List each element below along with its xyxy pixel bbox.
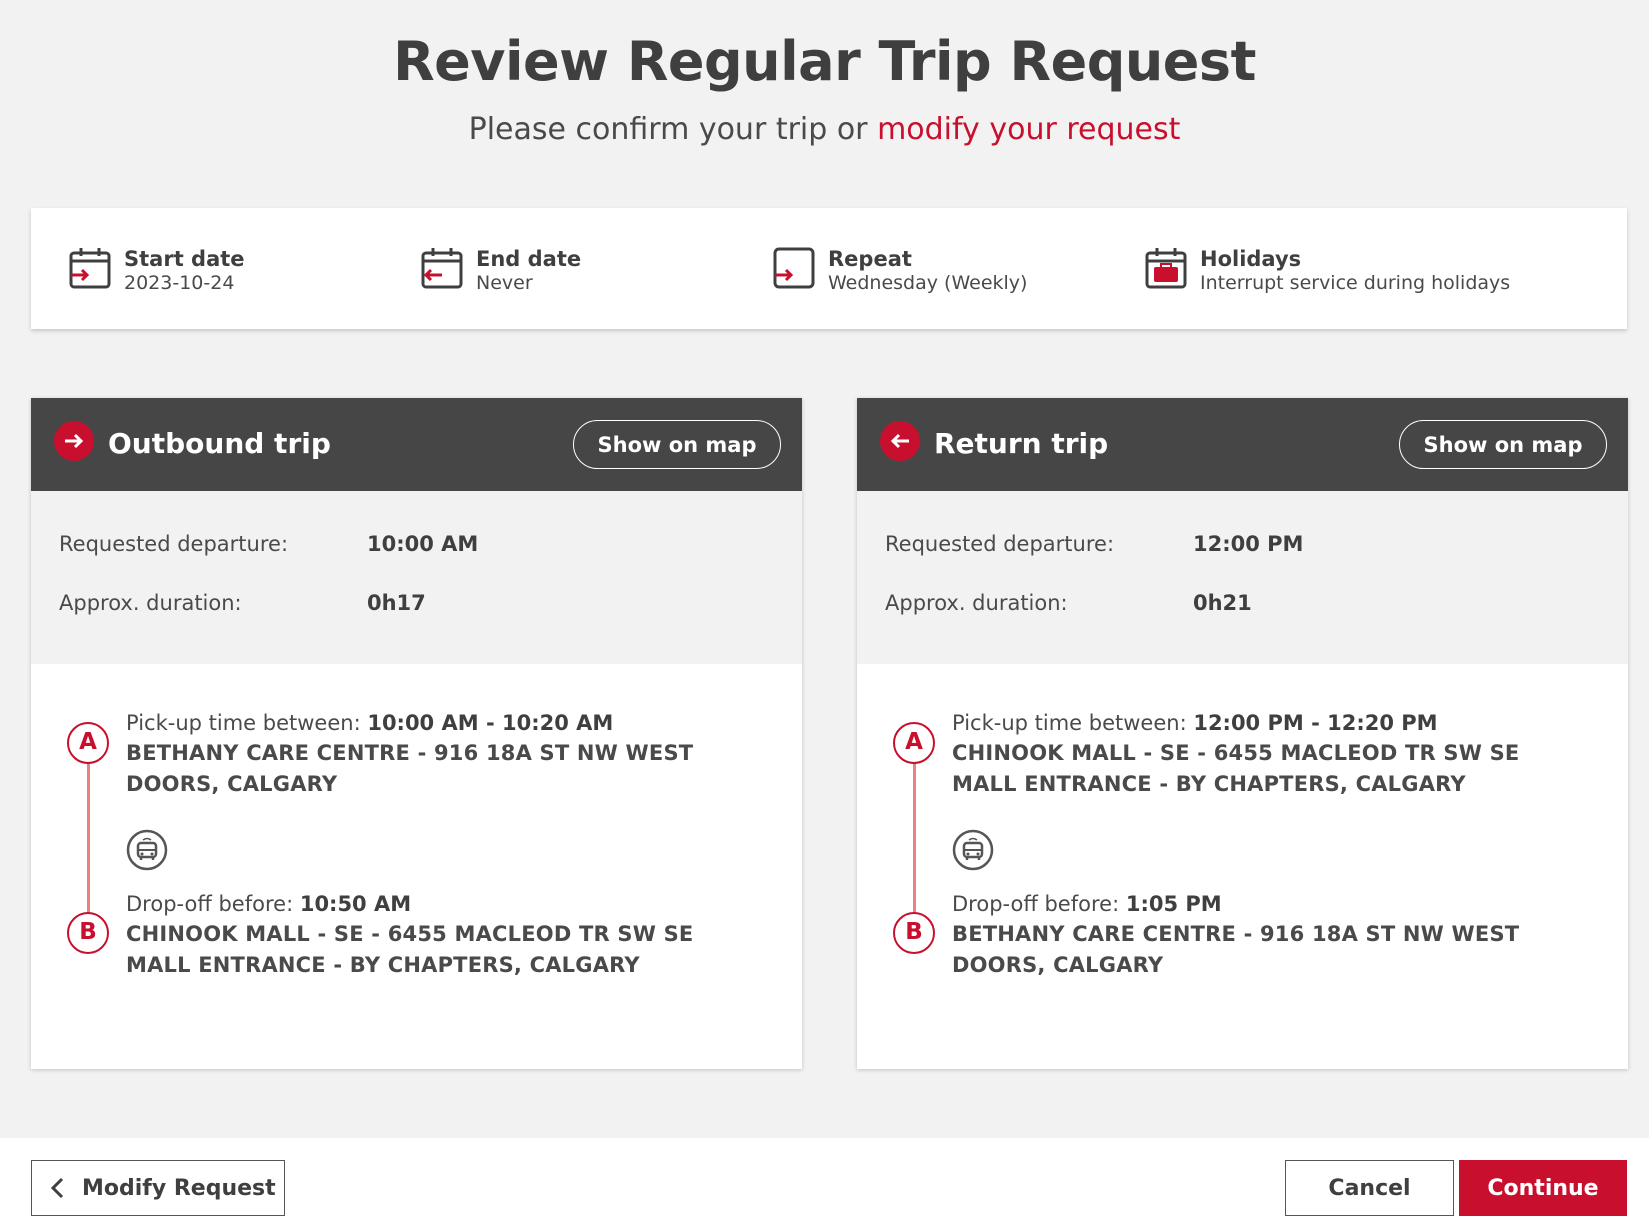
return-info: Requested departure: 12:00 PM Approx. du… (857, 491, 1628, 664)
holidays-item: Holidays Interrupt service during holida… (1144, 246, 1510, 294)
end-date-value: Never (476, 272, 533, 294)
pickup-time-value: 10:00 AM - 10:20 AM (367, 711, 614, 735)
outbound-route: A B Pick-up time between: 10:00 AM - 10:… (31, 664, 802, 1069)
pickup-label: Pick-up time between: (952, 711, 1194, 735)
departure-value: 10:00 AM (367, 532, 479, 556)
marker-b: B (67, 912, 109, 954)
outbound-card-header: Outbound trip Show on map (31, 398, 802, 491)
marker-b: B (893, 912, 935, 954)
pickup-address: BETHANY CARE CENTRE - 916 18A ST NW WEST… (126, 741, 694, 796)
modify-request-label: Modify Request (82, 1175, 276, 1201)
repeat-icon (773, 247, 815, 289)
departure-value: 12:00 PM (1193, 532, 1304, 556)
pickup-stop: Pick-up time between: 10:00 AM - 10:20 A… (126, 708, 756, 800)
page-subtitle: Please confirm your trip or modify your … (0, 112, 1649, 147)
dropoff-time-value: 10:50 AM (299, 892, 412, 916)
pickup-label: Pick-up time between: (126, 711, 368, 735)
dropoff-stop: Drop-off before: 10:50 AM CHINOOK MALL -… (126, 889, 756, 981)
modify-request-button[interactable]: Modify Request (31, 1160, 285, 1216)
return-card-header: Return trip Show on map (857, 398, 1628, 491)
holiday-calendar-icon (1145, 248, 1187, 289)
pickup-time: Pick-up time between: 12:00 PM - 12:20 P… (952, 708, 1582, 738)
dropoff-time: Drop-off before: 10:50 AM (126, 889, 756, 919)
repeat-label: Repeat (828, 247, 912, 271)
return-title: Return trip (934, 427, 1109, 460)
pickup-time-value: 12:00 PM - 12:20 PM (1193, 711, 1438, 735)
duration-value: 0h21 (1193, 591, 1252, 615)
dropoff-time-value: 1:05 PM (1125, 892, 1222, 916)
route-line (87, 762, 90, 932)
calendar-start-icon (69, 248, 111, 289)
start-date-item: Start date 2023-10-24 (68, 246, 245, 294)
dropoff-label: Drop-off before: (126, 892, 300, 916)
dropoff-label: Drop-off before: (952, 892, 1126, 916)
outbound-trip-card: Outbound trip Show on map Requested depa… (31, 398, 802, 1069)
return-departure-row: Requested departure: 12:00 PM (885, 532, 1303, 556)
pickup-address: CHINOOK MALL - SE - 6455 MACLEOD TR SW S… (952, 741, 1520, 796)
return-trip-card: Return trip Show on map Requested depart… (857, 398, 1628, 1069)
start-date-label: Start date (124, 247, 245, 271)
page-title: Review Regular Trip Request (393, 30, 1256, 93)
outbound-departure-row: Requested departure: 10:00 AM (59, 532, 478, 556)
pickup-stop: Pick-up time between: 12:00 PM - 12:20 P… (952, 708, 1582, 800)
return-route: A B Pick-up time between: 12:00 PM - 12:… (857, 664, 1628, 1069)
marker-a: A (893, 722, 935, 764)
duration-label: Approx. duration: (59, 591, 242, 615)
calendar-end-icon (421, 248, 463, 289)
return-duration-row: Approx. duration: 0h21 (885, 591, 1252, 615)
outbound-duration-row: Approx. duration: 0h17 (59, 591, 426, 615)
marker-a: A (67, 722, 109, 764)
modify-request-link[interactable]: modify your request (877, 112, 1180, 147)
departure-label: Requested departure: (885, 532, 1115, 556)
holidays-label: Holidays (1200, 247, 1302, 271)
duration-label: Approx. duration: (885, 591, 1068, 615)
continue-button[interactable]: Continue (1459, 1160, 1627, 1216)
dropoff-stop: Drop-off before: 1:05 PM BETHANY CARE CE… (952, 889, 1582, 981)
start-date-value: 2023-10-24 (124, 272, 235, 294)
repeat-value: Wednesday (Weekly) (828, 272, 1028, 294)
bus-icon (126, 829, 168, 871)
repeat-item: Repeat Wednesday (Weekly) (772, 246, 1027, 294)
arrow-left-circle-icon (880, 421, 920, 461)
trip-summary-panel: Start date 2023-10-24 End date Never Rep… (31, 208, 1627, 329)
subtitle-text: Please confirm your trip or (468, 112, 878, 147)
departure-label: Requested departure: (59, 532, 289, 556)
outbound-info: Requested departure: 10:00 AM Approx. du… (31, 491, 802, 664)
route-line (913, 762, 916, 932)
dropoff-address: BETHANY CARE CENTRE - 916 18A ST NW WEST… (952, 922, 1520, 977)
bus-icon (952, 829, 994, 871)
return-show-on-map-button[interactable]: Show on map (1399, 420, 1607, 469)
dropoff-address: CHINOOK MALL - SE - 6455 MACLEOD TR SW S… (126, 922, 694, 977)
outbound-show-on-map-button[interactable]: Show on map (573, 420, 781, 469)
footer-bar: Modify Request Cancel Continue (0, 1138, 1649, 1226)
arrow-right-circle-icon (54, 421, 94, 461)
chevron-left-icon (50, 1177, 64, 1199)
holidays-value: Interrupt service during holidays (1200, 272, 1511, 294)
dropoff-time: Drop-off before: 1:05 PM (952, 889, 1582, 919)
outbound-title: Outbound trip (108, 427, 331, 460)
duration-value: 0h17 (367, 591, 426, 615)
cancel-button[interactable]: Cancel (1285, 1160, 1454, 1216)
pickup-time: Pick-up time between: 10:00 AM - 10:20 A… (126, 708, 756, 738)
end-date-item: End date Never (420, 246, 581, 294)
end-date-label: End date (476, 247, 582, 271)
